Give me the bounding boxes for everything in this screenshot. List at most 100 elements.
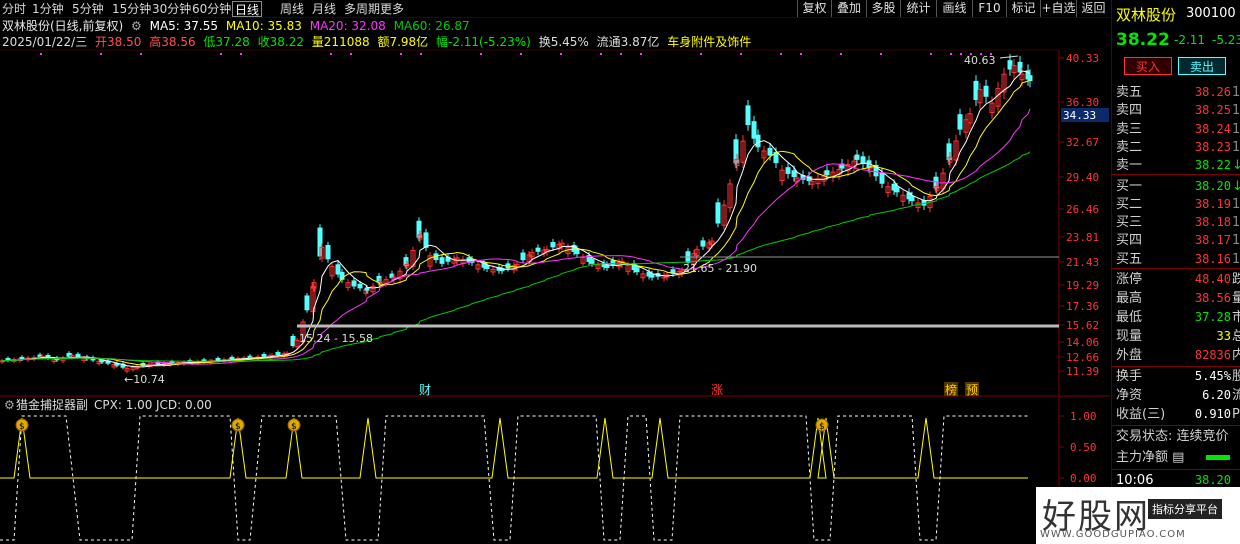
stat-tail: 市: [1232, 310, 1240, 325]
candle-body: [634, 267, 640, 273]
candle-body: [261, 354, 267, 357]
signal-dot: [840, 53, 842, 55]
ask-row: 卖一 38.22 ↓: [1112, 156, 1240, 175]
price-axis-label: 23.81: [1066, 231, 1099, 244]
indicator-settings-icon: ⚙: [4, 398, 15, 412]
stat-label: 最高: [1116, 291, 1143, 306]
book-label: 买五: [1116, 251, 1143, 267]
stat2-row: 换手 5.45% 股: [1112, 367, 1240, 386]
signal-dot: [640, 53, 642, 55]
candle-body: [879, 172, 885, 184]
book-tail: ↓: [1232, 158, 1240, 174]
signal-dot: [700, 53, 702, 55]
bid-row: 买五 38.16 1: [1112, 250, 1240, 269]
kline-chart[interactable]: 40.33 36.30 32.67 29.40 26.46 23.81 21.43 19.29…: [0, 0, 1110, 544]
signal-dot: [990, 53, 992, 55]
price-marker: 34.33: [1063, 109, 1096, 122]
book-price: 38.20: [1194, 178, 1231, 193]
bid-row: 买四 38.17 1: [1112, 231, 1240, 250]
money-bag-icon-symbol: $: [291, 422, 297, 432]
candle-body: [275, 352, 281, 356]
candle-body: [745, 105, 751, 126]
stat-label: 最低: [1116, 310, 1143, 325]
candle-body: [973, 80, 979, 100]
signal-dot: [960, 53, 962, 55]
candle-body: [535, 247, 541, 252]
book-tail: 1: [1232, 233, 1240, 249]
candle-body: [290, 335, 296, 347]
price-axis-label: 11.39: [1066, 365, 1099, 378]
book-price: 38.23: [1194, 139, 1231, 154]
buy-button[interactable]: 买入: [1124, 57, 1172, 75]
indicator-cpx: CPX: 1.00: [94, 398, 152, 412]
book-tail: 1: [1232, 251, 1240, 267]
candle-body: [335, 264, 341, 275]
signal-dot: [970, 53, 972, 55]
stat2-row: 净资 6.20 流: [1112, 386, 1240, 405]
candle-body: [751, 121, 757, 139]
candle-body: [894, 187, 900, 193]
candle-body: [791, 170, 797, 178]
stat-value: 37.28: [1194, 310, 1231, 324]
last-price: 38.22: [1116, 30, 1170, 50]
money-bag-icon-symbol: $: [235, 422, 241, 432]
book-price: 38.18: [1194, 215, 1231, 230]
stat2-label: 净资: [1116, 388, 1143, 403]
time-divider: [1112, 469, 1240, 470]
stat-row: 最高 38.56 量: [1112, 289, 1240, 308]
stat-row: 最低 37.28 市: [1112, 308, 1240, 327]
high-arrow: [999, 55, 1019, 59]
watermark: 好股网 指标分享平台 WWW.GOODGUPIAO.COM: [1036, 487, 1240, 544]
price-axis-label: 19.29: [1066, 279, 1099, 292]
signal-dot: [880, 53, 882, 55]
stat-label: 外盘: [1116, 348, 1143, 363]
candle-body: [357, 283, 363, 289]
signal-dot: [330, 53, 332, 55]
candle-body: [550, 242, 556, 248]
price-axis-label: 36.30: [1066, 96, 1099, 109]
event-tag: 财: [419, 383, 431, 397]
sell-button[interactable]: 卖出: [1178, 57, 1226, 75]
bid-row: 买一 38.20 ↓: [1112, 177, 1240, 196]
signal-dot: [420, 53, 422, 55]
signal-dot: [800, 53, 802, 55]
candle-body: [364, 287, 370, 291]
ma10-line: [1, 79, 1031, 367]
book-label: 卖二: [1116, 139, 1143, 155]
candle-body: [215, 357, 221, 361]
signal-dot: [520, 53, 522, 55]
candle-body: [785, 167, 791, 174]
ask-row: 卖五 38.26 1: [1112, 83, 1240, 102]
signal-dot: [980, 53, 982, 55]
candle-body: [1017, 61, 1023, 73]
signal-dot: [480, 53, 482, 55]
price-axis-label: 15.62: [1066, 319, 1099, 332]
candle-body: [229, 356, 235, 360]
book-label: 卖五: [1116, 85, 1143, 100]
candle-body: [957, 114, 963, 130]
book-label: 买四: [1116, 233, 1143, 249]
stat-tail: 跌: [1232, 272, 1240, 287]
stats-divider: [1112, 268, 1240, 269]
price-axis-label: 12.66: [1066, 351, 1099, 364]
stat2-tail: 流: [1232, 388, 1240, 403]
indicator-jcd: JCD: 0.00: [155, 398, 212, 412]
candle-body: [983, 85, 989, 97]
book-label: 买一: [1116, 178, 1143, 194]
stat-row: 现量 33 总: [1112, 327, 1240, 346]
book-tail: ↓: [1232, 178, 1240, 194]
price-change-pct: -5.23: [1212, 33, 1240, 47]
gap-label-1: 15.24 - 15.58: [299, 332, 373, 345]
candle-body: [909, 195, 915, 202]
candle-body: [574, 249, 580, 255]
price-axis-label: 29.40: [1066, 171, 1099, 184]
stat-value: 33: [1216, 329, 1231, 343]
candle-body: [860, 156, 866, 164]
stat-row: 涨停 48.40 跌: [1112, 270, 1240, 289]
price-change: -2.11: [1174, 33, 1206, 47]
book-price: 38.17: [1194, 233, 1231, 248]
signal-dot: [400, 53, 402, 55]
gap-label-2: 21.65 - 21.90: [683, 262, 757, 275]
candle-body: [1027, 75, 1033, 82]
high-label: 40.63: [964, 54, 996, 67]
